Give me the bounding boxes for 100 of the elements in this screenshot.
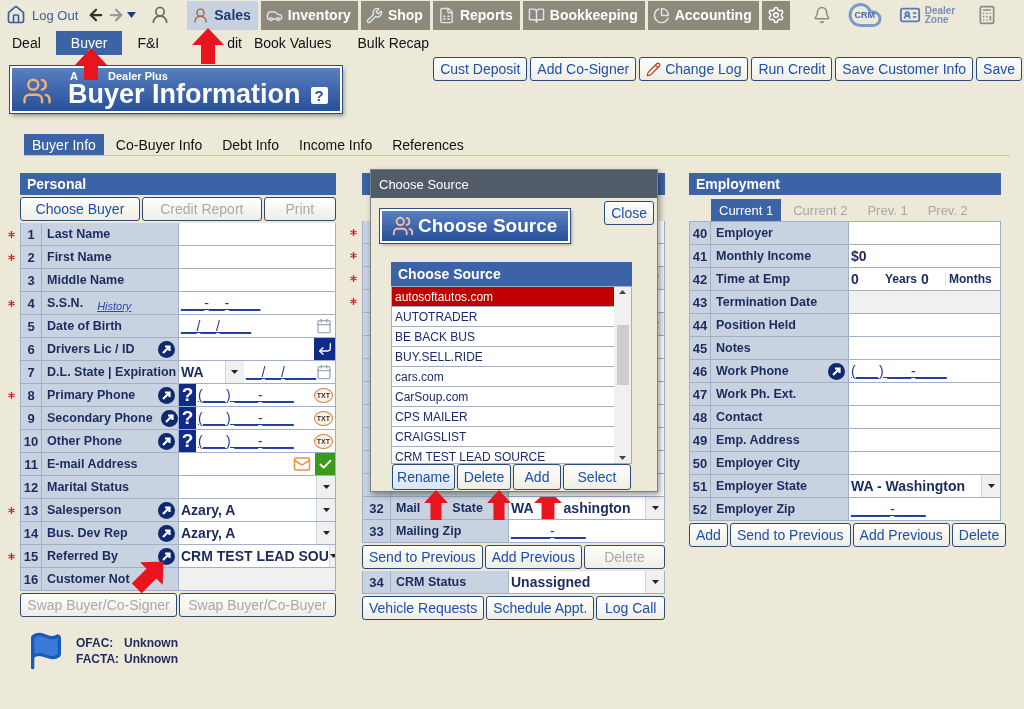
action-button[interactable]: Save — [976, 57, 1022, 81]
row-number: 34 — [363, 571, 391, 593]
row-number: 4 — [21, 292, 42, 314]
nav-tab[interactable]: Book Values — [253, 31, 332, 55]
module-tab[interactable]: Sales — [187, 0, 258, 30]
button[interactable]: Send to Previous — [729, 523, 851, 547]
row-number: 2 — [21, 246, 42, 268]
button[interactable]: Select — [563, 464, 631, 490]
crm-button[interactable]: CRM — [846, 3, 883, 27]
tab[interactable]: Income Info — [291, 134, 381, 155]
row-number: 12 — [21, 476, 42, 498]
button[interactable]: Log Call — [596, 596, 665, 620]
dialog-title: Choose Source — [371, 170, 657, 198]
field-label: Secondary Phone — [42, 407, 179, 429]
tab[interactable]: Current 1 — [711, 199, 782, 221]
text-field[interactable]: _____-____ — [509, 520, 665, 542]
action-button[interactable]: Change Log — [639, 57, 749, 81]
tab[interactable]: References — [384, 134, 472, 155]
action-button[interactable]: Save Customer Info — [835, 57, 974, 81]
field-label: Position Held — [711, 314, 849, 336]
dropdown[interactable]: Azary, A — [179, 522, 336, 544]
row-number: 42 — [690, 268, 711, 290]
state-date-field[interactable]: WA __/__/____ — [179, 361, 336, 383]
field-label: Employer State — [711, 475, 849, 497]
close-button[interactable]: Close — [604, 201, 654, 225]
text-field[interactable]: $0 — [849, 245, 1001, 267]
list-item[interactable]: CarSoup.com — [392, 387, 614, 407]
help-icon[interactable]: ? — [179, 384, 196, 406]
text-field[interactable]: _____-____ — [849, 498, 1001, 520]
field-label: Salesperson — [42, 499, 179, 521]
tab[interactable]: Debt Info — [214, 134, 288, 155]
help-icon[interactable]: ? — [310, 87, 328, 104]
nav-tab[interactable]: Deal — [12, 31, 41, 55]
dropdown[interactable]: WA - Washington — [849, 475, 1001, 497]
row-number: 52 — [690, 498, 711, 520]
button[interactable]: Delete — [457, 464, 511, 490]
duration-field[interactable]: 0 Years 0 Months — [849, 268, 1001, 290]
panel-header: Employment — [689, 173, 1001, 195]
date-field[interactable]: __/__/____ — [179, 315, 336, 337]
field-label: Other Phone — [42, 430, 179, 452]
list-item[interactable]: CPS MAILER — [392, 407, 614, 427]
field-label: Work Ph. Ext. — [711, 383, 849, 405]
button[interactable]: Schedule Appt. — [486, 596, 595, 620]
row-number: 15 — [21, 545, 42, 567]
nav-tab[interactable]: Bulk Recap — [357, 31, 430, 55]
button[interactable]: Choose Buyer — [20, 197, 140, 221]
nav-tab[interactable]: dit — [227, 31, 242, 55]
nav-tab[interactable]: F&I — [137, 31, 160, 55]
dropdown[interactable]: Unassigned — [509, 571, 665, 593]
button[interactable]: Add — [513, 464, 561, 490]
field-label: D.L. State | Expiration — [42, 361, 179, 383]
row-number: 3 — [21, 269, 42, 291]
dropdown[interactable]: Azary, A — [179, 499, 336, 521]
field-label: Mailing Zip — [391, 520, 509, 542]
nav-tab[interactable]: Buyer — [55, 31, 123, 55]
button[interactable]: Rename — [392, 464, 455, 490]
dropdown[interactable]: WA ashington — [509, 497, 665, 519]
row-number: 45 — [690, 337, 711, 359]
field-label: Primary Phone — [42, 384, 179, 406]
dropdown[interactable]: CRM TEST LEAD SOU — [179, 545, 336, 567]
list-item[interactable]: autosoftautos.com — [392, 287, 614, 307]
row-number: 16 — [21, 568, 42, 590]
action-button[interactable]: Cust Deposit — [433, 57, 528, 81]
list-item[interactable]: BE BACK BUS — [392, 327, 614, 347]
list-item[interactable]: BUY.SELL.RIDE — [392, 347, 614, 367]
tab[interactable]: Co-Buyer Info — [107, 134, 211, 155]
action-button[interactable]: Run Credit — [751, 57, 833, 81]
field-label: Contact — [711, 406, 849, 428]
help-icon[interactable]: ? — [179, 407, 196, 429]
field-label: Marital Status — [42, 476, 179, 498]
field-label: Employer Zip — [711, 498, 849, 520]
banner-subtitle: A — [70, 70, 78, 82]
list-item[interactable]: CRAIGSLIST — [392, 427, 614, 447]
text-field[interactable]: ___-__-____ — [179, 292, 336, 314]
text-field[interactable]: (___) ___-____ — [849, 360, 1001, 382]
button[interactable]: Add Previous — [852, 523, 950, 547]
history-link[interactable]: History — [97, 300, 132, 312]
field-label: Emp. Address — [711, 429, 849, 451]
field-label: First Name — [42, 246, 179, 268]
button[interactable]: Send to Previous — [362, 545, 483, 569]
row-number: 13 — [21, 499, 42, 521]
field-label: Referred By — [42, 545, 179, 567]
action-button[interactable]: Add Co-Signer — [530, 57, 637, 81]
row-number: 40 — [690, 222, 711, 244]
check-status: Unknown — [124, 652, 178, 666]
check-label: OFAC: — [76, 636, 115, 650]
tab[interactable]: Buyer Info — [24, 134, 104, 155]
button[interactable]: Add — [689, 523, 728, 547]
help-icon[interactable]: ? — [179, 430, 196, 452]
logout-link[interactable]: Log Out — [6, 5, 79, 25]
list-item[interactable]: cars.com — [392, 367, 614, 387]
list-item[interactable]: AUTOTRADER — [392, 307, 614, 327]
row-number: 11 — [21, 453, 42, 475]
button[interactable]: Vehicle Requests — [362, 596, 485, 620]
field-label: Work Phone — [711, 360, 849, 382]
field-label: Drivers Lic / ID — [42, 338, 179, 360]
field-label: Employer City — [711, 452, 849, 474]
button[interactable]: Delete — [951, 523, 1007, 547]
row-number: 14 — [21, 522, 42, 544]
button[interactable]: Add Previous — [484, 545, 582, 569]
